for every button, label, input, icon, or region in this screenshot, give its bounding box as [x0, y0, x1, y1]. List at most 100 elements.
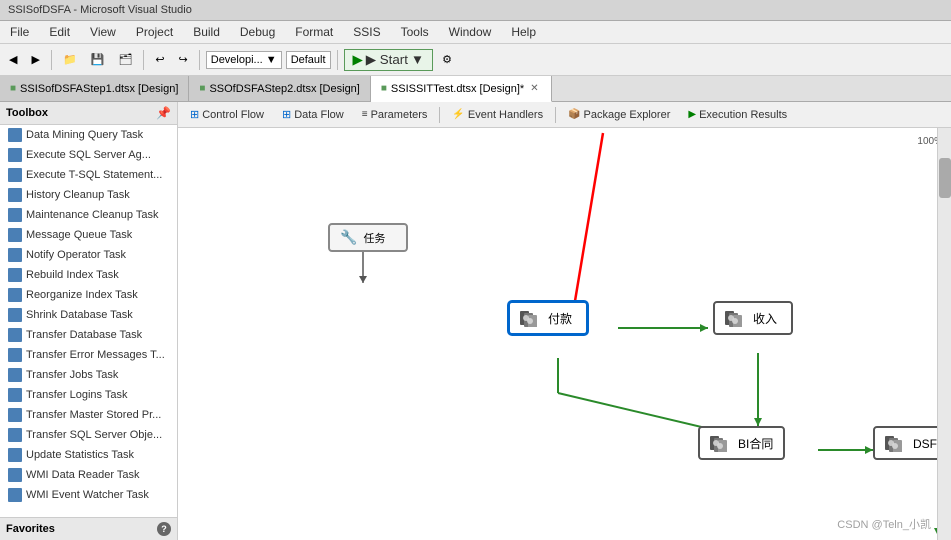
toolbox-item-wmi-reader[interactable]: WMI Data Reader Task	[0, 465, 177, 485]
menu-build[interactable]: Build	[187, 23, 226, 41]
menu-edit[interactable]: Edit	[43, 23, 76, 41]
node-fukuan[interactable]: 付款	[508, 301, 588, 335]
toolbar-sep-3	[199, 50, 200, 70]
toolbox-item-transfer-jobs[interactable]: Transfer Jobs Task	[0, 365, 177, 385]
task-icon	[8, 288, 22, 302]
task-icon	[8, 168, 22, 182]
watermark: CSDN @Teln_小凯	[837, 516, 931, 532]
toolbox-item-transfer-err[interactable]: Transfer Error Messages T...	[0, 345, 177, 365]
task-icon	[8, 368, 22, 382]
task-icon	[8, 188, 22, 202]
tab-close-test[interactable]: ✕	[528, 83, 540, 94]
toolbox-panel: Toolbox 📌 Data Mining Query Task Execute…	[0, 102, 178, 540]
toolbar-back[interactable]: ◀	[4, 50, 22, 69]
sub-tab-data-flow[interactable]: ⊞ Data Flow	[274, 105, 352, 124]
toolbox-item-history-cleanup[interactable]: History Cleanup Task	[0, 185, 177, 205]
scrollbar-vertical[interactable]	[937, 128, 951, 540]
menu-tools[interactable]: Tools	[395, 23, 435, 41]
node-icon-shouru	[725, 309, 747, 327]
toolbar-redo[interactable]: ↪	[174, 50, 193, 69]
toolbox-item-data-mining[interactable]: Data Mining Query Task	[0, 125, 177, 145]
toolbox-pin-icon[interactable]: 📌	[156, 106, 171, 120]
toolbox-item-transfer-db[interactable]: Transfer Database Task	[0, 325, 177, 345]
canvas-area: ⊞ Control Flow ⊞ Data Flow ≡ Parameters …	[178, 102, 951, 540]
toolbar-open[interactable]: 📁	[58, 50, 82, 69]
sub-tab-parameters[interactable]: ≡ Parameters	[354, 106, 436, 124]
task-icon	[8, 488, 22, 502]
task-icon	[8, 208, 22, 222]
sub-tab-execution-results[interactable]: ▶ Execution Results	[680, 106, 795, 124]
toolbar-save-all[interactable]: 🗂	[113, 50, 137, 69]
toolbox-item-exec-tsql[interactable]: Execute T-SQL Statement...	[0, 165, 177, 185]
node-task-top[interactable]: 🔧 任务	[328, 223, 408, 252]
task-icon	[8, 388, 22, 402]
node-shouru[interactable]: 收入	[713, 301, 793, 335]
task-icon	[8, 308, 22, 322]
toolbox-item-rebuild-index[interactable]: Rebuild Index Task	[0, 265, 177, 285]
task-icon	[8, 248, 22, 262]
menu-debug[interactable]: Debug	[234, 23, 281, 41]
toolbar-save[interactable]: 💾	[86, 50, 110, 69]
toolbar-extra[interactable]: ⚙	[437, 50, 457, 69]
tab-step2[interactable]: ■ SSOfDSFAStep2.dtsx [Design]	[189, 76, 370, 101]
main-layout: Toolbox 📌 Data Mining Query Task Execute…	[0, 102, 951, 540]
start-button[interactable]: ▶ ▶ Start ▼	[344, 49, 434, 71]
default-dropdown[interactable]: Default	[286, 51, 331, 69]
toolbox-item-update-stats[interactable]: Update Statistics Task	[0, 445, 177, 465]
sub-tab-control-flow[interactable]: ⊞ Control Flow	[182, 105, 272, 124]
task-icon	[8, 468, 22, 482]
developer-dropdown[interactable]: Developi... ▼	[206, 51, 282, 69]
sub-tab-package-explorer[interactable]: 📦 Package Explorer	[560, 106, 678, 124]
toolbox-header: Toolbox 📌	[0, 102, 177, 125]
task-icon	[8, 428, 22, 442]
toolbox-item-transfer-sql[interactable]: Transfer SQL Server Obje...	[0, 425, 177, 445]
task-icon	[8, 348, 22, 362]
title-text: SSISofDSFA - Microsoft Visual Studio	[8, 4, 192, 16]
design-canvas[interactable]: 🔧 任务 付款	[178, 128, 951, 540]
task-icon	[8, 408, 22, 422]
toolbox-item-reorganize-index[interactable]: Reorganize Index Task	[0, 285, 177, 305]
start-icon: ▶	[353, 52, 363, 68]
menu-view[interactable]: View	[84, 23, 122, 41]
task-icon	[8, 148, 22, 162]
title-bar: SSISofDSFA - Microsoft Visual Studio	[0, 0, 951, 21]
toolbox-title: Toolbox	[6, 107, 48, 119]
task-icon	[8, 328, 22, 342]
menu-file[interactable]: File	[4, 23, 35, 41]
node-icon-fukuan	[520, 309, 542, 327]
tab-step1[interactable]: ■ SSISofDSFAStep1.dtsx [Design]	[0, 76, 189, 101]
node-bihe[interactable]: BI合同	[698, 426, 785, 460]
toolbox-item-transfer-master[interactable]: Transfer Master Stored Pr...	[0, 405, 177, 425]
task-icon	[8, 228, 22, 242]
task-icon	[8, 448, 22, 462]
toolbar-sep-4	[337, 50, 338, 70]
toolbar-undo[interactable]: ↩	[150, 50, 169, 69]
sub-tab-event-handlers[interactable]: ⚡ Event Handlers	[444, 106, 551, 124]
node-label-fukuan: 付款	[548, 310, 572, 327]
menu-window[interactable]: Window	[443, 23, 498, 41]
toolbox-list: Data Mining Query Task Execute SQL Serve…	[0, 125, 177, 517]
help-icon[interactable]: ?	[157, 522, 171, 536]
toolbar: ◀ ▶ 📁 💾 🗂 ↩ ↪ Developi... ▼ Default ▶ ▶ …	[0, 44, 951, 76]
toolbox-item-exec-sql[interactable]: Execute SQL Server Ag...	[0, 145, 177, 165]
toolbox-item-msg-queue[interactable]: Message Queue Task	[0, 225, 177, 245]
task-icon	[8, 268, 22, 282]
menu-ssis[interactable]: SSIS	[347, 23, 386, 41]
sub-tab-sep-2	[555, 107, 556, 123]
toolbox-item-transfer-logins[interactable]: Transfer Logins Task	[0, 385, 177, 405]
toolbox-footer: Favorites ?	[0, 517, 177, 540]
tab-test[interactable]: ■ SSISSITTest.dtsx [Design]* ✕	[371, 76, 552, 102]
node-label-bihe: BI合同	[738, 435, 773, 452]
menu-format[interactable]: Format	[289, 23, 339, 41]
menu-project[interactable]: Project	[130, 23, 179, 41]
toolbox-item-notify[interactable]: Notify Operator Task	[0, 245, 177, 265]
node-icon-top: 🔧	[340, 229, 357, 246]
toolbox-item-shrink-db[interactable]: Shrink Database Task	[0, 305, 177, 325]
toolbar-forward[interactable]: ▶	[26, 50, 44, 69]
favorites-label: Favorites	[6, 523, 55, 535]
menu-bar: File Edit View Project Build Debug Forma…	[0, 21, 951, 44]
sub-tab-bar: ⊞ Control Flow ⊞ Data Flow ≡ Parameters …	[178, 102, 951, 128]
toolbox-item-maintenance-cleanup[interactable]: Maintenance Cleanup Task	[0, 205, 177, 225]
toolbox-item-wmi-event[interactable]: WMI Event Watcher Task	[0, 485, 177, 505]
menu-help[interactable]: Help	[505, 23, 542, 41]
